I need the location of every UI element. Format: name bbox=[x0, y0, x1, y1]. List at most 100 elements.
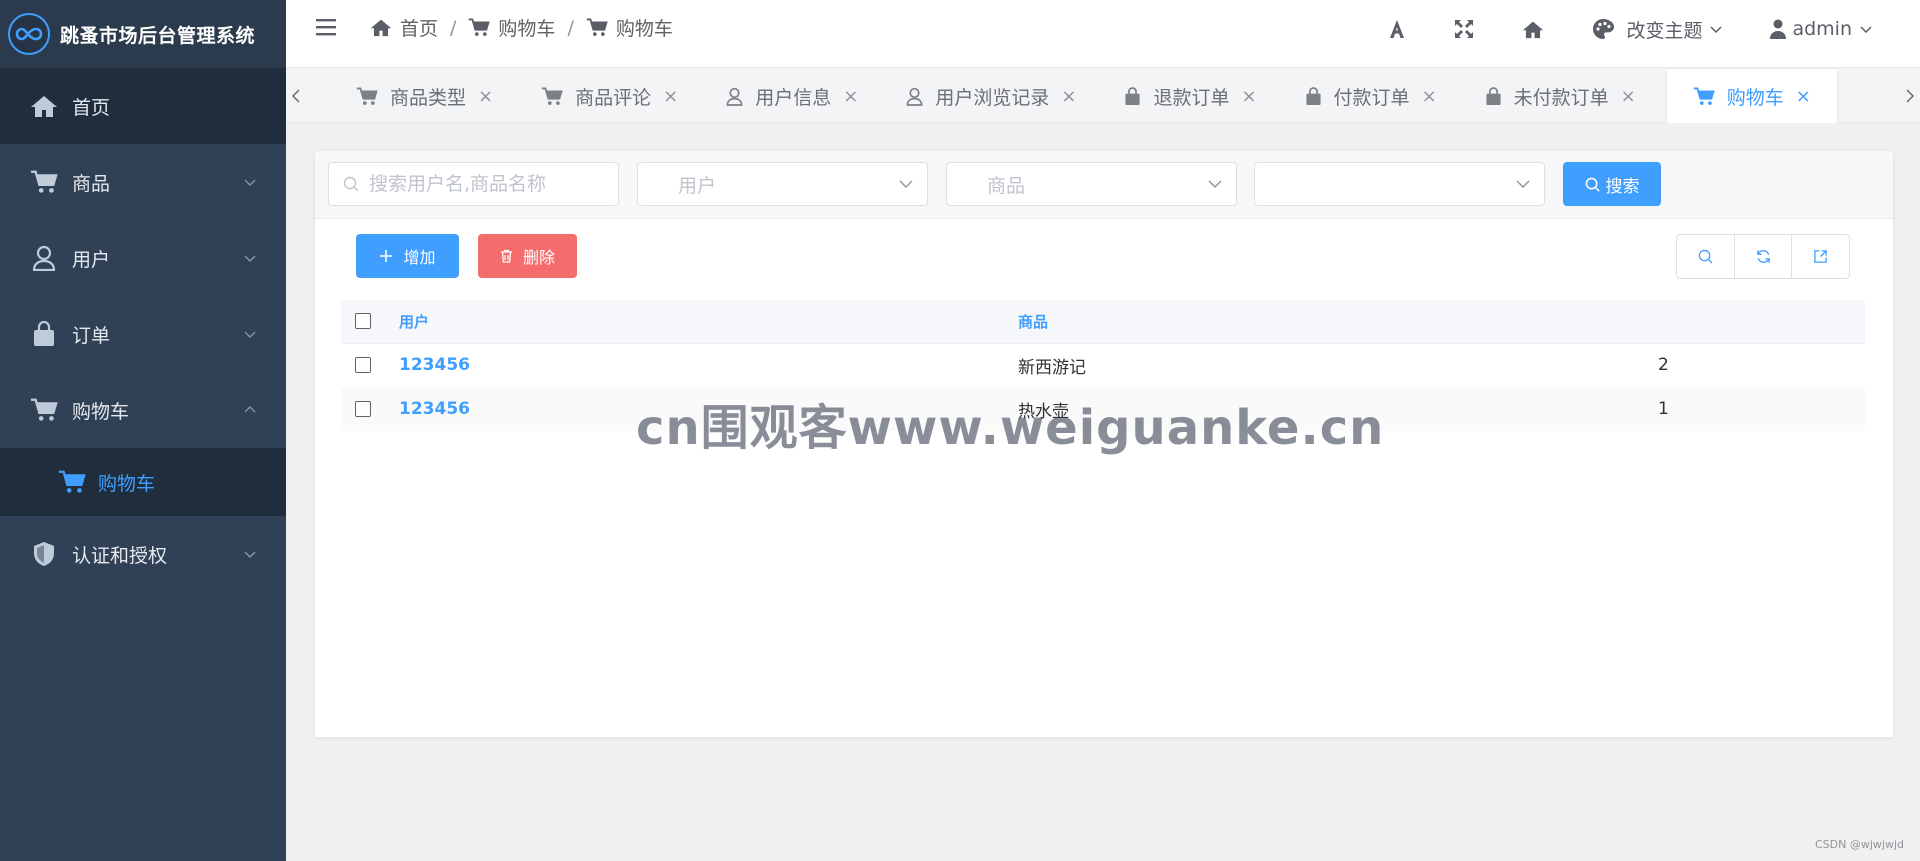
breadcrumb-cart-current: 购物车 bbox=[586, 14, 673, 41]
refresh-button[interactable] bbox=[1735, 235, 1793, 278]
sidebar-subitem-cart[interactable]: 购物车 bbox=[0, 448, 286, 516]
close-icon[interactable]: × bbox=[663, 86, 678, 107]
close-icon[interactable]: × bbox=[1061, 86, 1076, 107]
sidebar-item-home[interactable]: 首页 bbox=[0, 68, 286, 144]
tab-scroll-left[interactable] bbox=[286, 69, 306, 123]
tab-1[interactable]: 商品类型 × bbox=[338, 69, 511, 123]
delete-button-label: 删除 bbox=[522, 248, 555, 267]
tab-2[interactable]: 商品评论 × bbox=[523, 69, 696, 123]
sidebar-item-label: 购物车 bbox=[72, 400, 130, 423]
close-icon[interactable]: × bbox=[1796, 86, 1811, 107]
tab-list: 商品类型 × 商品评论 × 用户信息 × 用户浏览记录 × 退款订单 × 付款订单 × 未付款订单 × 购物… bbox=[338, 69, 1850, 123]
hamburger-menu-icon[interactable] bbox=[316, 18, 336, 36]
user-select-placeholder: 用户 bbox=[678, 174, 717, 197]
refresh-icon bbox=[1756, 250, 1770, 263]
table-header-row: 用户 商品 bbox=[341, 300, 1865, 344]
user-name: admin bbox=[1792, 18, 1852, 40]
row-user[interactable]: 123456 bbox=[399, 343, 1018, 387]
breadcrumb-home[interactable]: 首页 bbox=[370, 14, 438, 41]
export-icon bbox=[1814, 250, 1827, 263]
table-row[interactable]: 123456 新西游记 2 bbox=[341, 343, 1865, 387]
tab-scroll-right[interactable] bbox=[1900, 69, 1920, 123]
row-checkbox[interactable] bbox=[355, 401, 371, 417]
home-icon bbox=[370, 19, 392, 37]
row-product: 热水壶 bbox=[1018, 401, 1069, 422]
tab-label: 用户浏览记录 bbox=[935, 86, 1050, 109]
chevron-down-icon bbox=[244, 551, 256, 558]
column-header-product[interactable]: 商品 bbox=[1018, 300, 1658, 344]
tab-8[interactable]: 购物车 × bbox=[1665, 69, 1838, 123]
table-row[interactable]: 123456 热水壶 1 bbox=[341, 387, 1865, 431]
close-icon[interactable]: × bbox=[1422, 86, 1437, 107]
search-icon bbox=[1585, 177, 1600, 192]
tab-7[interactable]: 未付款订单 × bbox=[1467, 69, 1654, 123]
cart-icon bbox=[30, 168, 58, 196]
cart-panel: 用户 商品 搜索 增加 删除 bbox=[315, 151, 1893, 737]
sidebar-item-label: 认证和授权 bbox=[72, 544, 168, 567]
close-icon[interactable]: × bbox=[1621, 86, 1636, 107]
tab-label: 退款订单 bbox=[1153, 86, 1230, 109]
palette-icon bbox=[1593, 19, 1615, 39]
bag-icon bbox=[1485, 86, 1502, 106]
table-tools bbox=[1676, 234, 1850, 279]
user-icon bbox=[1770, 19, 1787, 39]
add-button[interactable]: 增加 bbox=[356, 234, 459, 278]
keyword-search-field[interactable] bbox=[328, 162, 619, 206]
user-select[interactable]: 用户 bbox=[637, 162, 928, 206]
chevron-left-icon bbox=[292, 89, 300, 103]
tab-4[interactable]: 用户浏览记录 × bbox=[888, 69, 1094, 123]
tab-6[interactable]: 付款订单 × bbox=[1287, 69, 1455, 123]
chevron-down-icon bbox=[244, 179, 256, 186]
product-select[interactable]: 商品 bbox=[946, 162, 1237, 206]
chevron-down-icon bbox=[899, 180, 913, 188]
bag-icon bbox=[30, 320, 58, 348]
cart-icon bbox=[30, 396, 58, 424]
cart-icon bbox=[1693, 87, 1715, 106]
breadcrumb-cart-parent[interactable]: 购物车 bbox=[468, 14, 555, 41]
sidebar-item-orders[interactable]: 订单 bbox=[0, 296, 286, 372]
toggle-search-button[interactable] bbox=[1677, 235, 1735, 278]
tab-5[interactable]: 退款订单 × bbox=[1106, 69, 1274, 123]
filter-select[interactable] bbox=[1254, 162, 1545, 206]
keyword-search-input[interactable] bbox=[369, 173, 609, 195]
font-size-icon[interactable] bbox=[1388, 19, 1406, 39]
breadcrumb-separator: / bbox=[450, 16, 457, 39]
chevron-down-icon bbox=[244, 331, 256, 338]
breadcrumb-label: 购物车 bbox=[498, 18, 556, 40]
tab-label: 未付款订单 bbox=[1513, 86, 1609, 109]
row-quantity: 1 bbox=[1658, 399, 1669, 419]
export-button[interactable] bbox=[1792, 235, 1849, 278]
logo[interactable]: 跳蚤市场后台管理系统 bbox=[0, 0, 286, 68]
sidebar-item-users[interactable]: 用户 bbox=[0, 220, 286, 296]
chevron-right-icon bbox=[1906, 89, 1914, 103]
sidebar-item-cart[interactable]: 购物车 bbox=[0, 372, 286, 448]
close-icon[interactable]: × bbox=[1241, 86, 1256, 107]
row-checkbox[interactable] bbox=[355, 357, 371, 374]
close-icon[interactable]: × bbox=[843, 86, 858, 107]
shield-icon bbox=[30, 540, 58, 568]
search-icon bbox=[1698, 249, 1713, 264]
user-dropdown[interactable]: admin bbox=[1770, 18, 1872, 40]
close-icon[interactable]: × bbox=[478, 86, 493, 107]
cart-icon bbox=[586, 18, 608, 36]
search-button[interactable]: 搜索 bbox=[1563, 162, 1661, 206]
tab-label: 商品评论 bbox=[575, 86, 652, 109]
theme-switcher[interactable]: 改变主题 bbox=[1592, 16, 1722, 43]
sidebar-subitem-label: 购物车 bbox=[98, 472, 156, 495]
sidebar-item-products[interactable]: 商品 bbox=[0, 144, 286, 220]
breadcrumb-label: 购物车 bbox=[615, 18, 673, 40]
home-icon[interactable] bbox=[1522, 20, 1544, 39]
user-icon bbox=[726, 87, 743, 106]
select-all-checkbox[interactable] bbox=[355, 313, 371, 330]
delete-button[interactable]: 删除 bbox=[478, 234, 577, 278]
infinity-logo-icon bbox=[8, 13, 50, 55]
breadcrumb-label: 首页 bbox=[400, 18, 439, 40]
tab-3[interactable]: 用户信息 × bbox=[708, 69, 876, 123]
fullscreen-icon[interactable] bbox=[1454, 19, 1474, 39]
bag-icon bbox=[1305, 86, 1322, 106]
sidebar-item-auth[interactable]: 认证和授权 bbox=[0, 516, 286, 592]
search-icon bbox=[343, 176, 359, 192]
row-user[interactable]: 123456 bbox=[399, 387, 1018, 431]
column-header-user[interactable]: 用户 bbox=[399, 300, 1018, 344]
chevron-down-icon bbox=[1860, 26, 1872, 34]
